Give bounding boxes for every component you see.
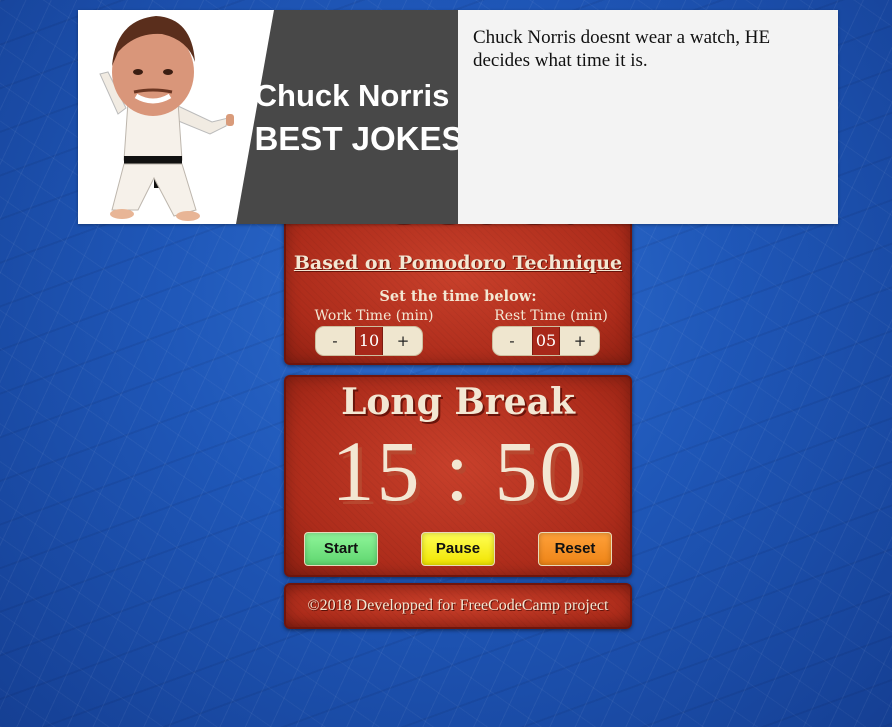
footer-credit: ©2018 Developped for FreeCodeCamp projec… [307, 597, 609, 614]
settings-panel: Focus! Based on Pomodoro Technique Set t… [284, 158, 632, 365]
start-button[interactable]: Start [304, 532, 378, 566]
rest-increment-button[interactable]: + [561, 332, 599, 350]
banner-title-line2: BEST JOKES [254, 120, 458, 157]
rest-time-stepper: - 05 + [492, 326, 600, 356]
subtitle-link[interactable]: Based on Pomodoro Technique [286, 252, 630, 274]
banner-title-line1: Chuck Norris [255, 78, 450, 113]
rest-decrement-button[interactable]: - [493, 332, 531, 350]
footer-panel: ©2018 Developped for FreeCodeCamp projec… [284, 583, 632, 629]
reset-button[interactable]: Reset [538, 532, 612, 566]
chuck-norris-banner-image: Chuck Norris BEST JOKES [78, 10, 458, 224]
rest-time-value: 05 [532, 327, 560, 355]
work-time-value: 10 [355, 327, 383, 355]
timer-panel: Long Break 15 : 50 Start Pause Reset [284, 375, 632, 577]
joke-popup: Chuck Norris BEST JOKES Chuck Norris doe… [78, 10, 838, 224]
countdown-display: 15 : 50 [331, 423, 585, 519]
timer-mode-title: Long Break [341, 381, 575, 423]
work-time-label: Work Time (min) [314, 308, 434, 324]
set-time-heading: Set the time below: [379, 288, 537, 305]
pause-button[interactable]: Pause [421, 532, 495, 566]
joke-text: Chuck Norris doesnt wear a watch, HE dec… [473, 27, 771, 71]
work-decrement-button[interactable]: - [316, 332, 354, 350]
rest-time-label: Rest Time (min) [494, 308, 608, 324]
work-increment-button[interactable]: + [384, 332, 422, 350]
work-time-stepper: - 10 + [315, 326, 423, 356]
